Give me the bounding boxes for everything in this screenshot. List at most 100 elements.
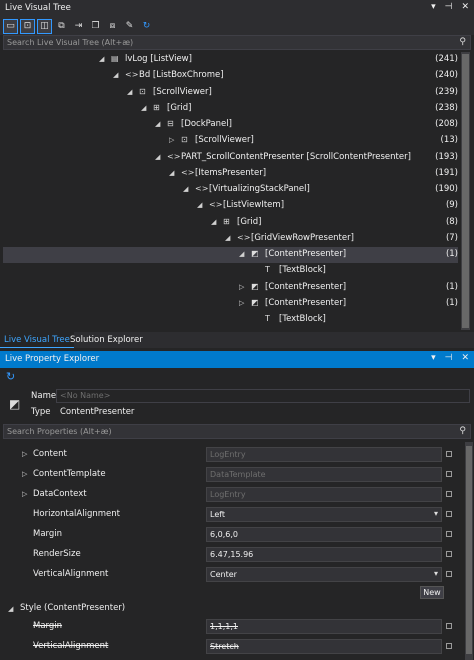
expanded-arrow-icon[interactable]: ◢: [99, 55, 104, 63]
property-value: Left: [210, 510, 226, 519]
property-name: RenderSize: [33, 549, 81, 559]
pin-icon[interactable]: ⊣: [445, 2, 453, 12]
search-icon[interactable]: ⚲: [459, 426, 466, 436]
property-value-field[interactable]: 6,0,6,0: [206, 527, 442, 542]
dropdown-icon[interactable]: ▾: [431, 353, 436, 363]
expanded-arrow-icon[interactable]: ◢: [155, 153, 160, 161]
collapse-all-icon[interactable]: ❐: [88, 19, 103, 34]
property-marker-icon[interactable]: [446, 451, 452, 457]
code-icon: <>: [167, 151, 181, 161]
tree-row[interactable]: ◢ ◩ [ContentPresenter] (1): [3, 247, 458, 263]
tree-scrollbar-thumb[interactable]: [462, 54, 469, 328]
tree-row[interactable]: ◢ <> [VirtualizingStackPanel] (190): [3, 182, 458, 198]
expanded-arrow-icon[interactable]: ◢: [169, 169, 174, 177]
tree-row[interactable]: ◢ <> Bd [ListBoxChrome] (240): [3, 68, 458, 84]
tree-row[interactable]: ◢ ⊡ [ScrollViewer] (239): [3, 85, 458, 101]
tree-scrollbar[interactable]: [461, 52, 470, 330]
tree-row[interactable]: T [TextBlock]: [3, 312, 458, 328]
property-marker-icon[interactable]: [446, 623, 452, 629]
tree-row[interactable]: ▷ ◩ [ContentPresenter] (1): [3, 280, 458, 296]
property-marker-icon[interactable]: [446, 531, 452, 537]
dropdown-icon[interactable]: ▾: [431, 2, 436, 12]
property-marker-icon[interactable]: [446, 643, 452, 649]
expanded-arrow-icon[interactable]: ◢: [141, 104, 146, 112]
close-icon[interactable]: ✕: [461, 2, 469, 12]
expanded-arrow-icon[interactable]: ◢: [225, 234, 230, 242]
property-scrollbar[interactable]: [465, 442, 473, 660]
name-placeholder: <No Name>: [60, 391, 111, 400]
property-value-field[interactable]: LogEntry: [206, 447, 442, 462]
expanded-arrow-icon[interactable]: ◢: [113, 71, 118, 79]
expanded-arrow-icon[interactable]: ◢: [127, 88, 132, 96]
tree-row[interactable]: ◢ <> PART_ScrollContentPresenter [ScrollCo…: [3, 150, 458, 166]
tree-row[interactable]: ◢ <> [ItemsPresenter] (191): [3, 166, 458, 182]
tree-row-count: (1): [445, 281, 458, 292]
tree-row[interactable]: ◢ ⊞ [Grid] (238): [3, 101, 458, 117]
property-value-field[interactable]: LogEntry: [206, 487, 442, 502]
select-element-icon[interactable]: ▭: [3, 18, 18, 34]
textblock-icon: T: [265, 265, 270, 275]
expanded-arrow-icon[interactable]: ◢: [183, 185, 188, 193]
contentpresenter-icon: ◩: [251, 249, 259, 258]
tree-row[interactable]: ◢ ▤ lvLog [ListView] (241): [3, 52, 458, 68]
tree-row[interactable]: ▷ ⊡ [ScrollViewer] (13): [3, 133, 458, 149]
property-value-dropdown[interactable]: Center ▾: [206, 567, 442, 582]
property-value-dropdown[interactable]: Left ▾: [206, 507, 442, 522]
expand-arrow-icon[interactable]: ▷: [22, 450, 27, 458]
property-marker-icon[interactable]: [446, 571, 452, 577]
property-value-field[interactable]: DataTemplate: [206, 467, 442, 482]
show-just-my-xaml-icon[interactable]: ⇥: [71, 19, 86, 34]
expanded-arrow-icon[interactable]: ◢: [239, 250, 244, 258]
chevron-down-icon[interactable]: ▾: [434, 509, 438, 518]
tree-row-label: [ContentPresenter]: [265, 281, 347, 292]
tree-row[interactable]: ▷ ◩ [ContentPresenter] (1): [3, 296, 458, 312]
preview-selection-icon[interactable]: ⧉: [54, 19, 69, 34]
property-value-field[interactable]: 6.47,15.96: [206, 547, 442, 562]
property-refresh-icon[interactable]: ↻: [6, 370, 15, 383]
settings-wrench-icon[interactable]: ✎: [122, 19, 137, 34]
property-scrollbar-thumb[interactable]: [466, 446, 472, 654]
expand-arrow-icon[interactable]: ▷: [22, 490, 27, 498]
expand-arrow-icon[interactable]: ▷: [22, 470, 27, 478]
tab-solution-explorer[interactable]: Solution Explorer: [66, 332, 147, 348]
chevron-down-icon[interactable]: ▾: [434, 569, 438, 578]
refresh-icon[interactable]: ↻: [139, 19, 154, 34]
tree-row-label: lvLog [ListView]: [125, 54, 192, 64]
tree-row-count: (239): [435, 86, 458, 97]
tree-row[interactable]: ◢ <> [ListViewItem] (9): [3, 198, 458, 214]
style-property-name: Margin: [33, 621, 63, 631]
track-focus-icon[interactable]: ◫: [37, 18, 52, 34]
property-marker-icon[interactable]: [446, 471, 452, 477]
property-value: LogEntry: [210, 490, 246, 499]
style-property-value-field[interactable]: Stretch: [206, 639, 442, 654]
pin-icon[interactable]: ⊣: [445, 353, 453, 363]
property-marker-icon[interactable]: [446, 491, 452, 497]
tab-live-visual-tree-label: Live Visual Tree: [4, 335, 70, 345]
expanded-arrow-icon[interactable]: ◢: [197, 201, 202, 209]
expanded-arrow-icon[interactable]: ◢: [211, 218, 216, 226]
search-icon[interactable]: ⚲: [459, 37, 466, 47]
tab-live-visual-tree[interactable]: Live Visual Tree: [0, 332, 74, 348]
property-value: 6,0,6,0: [210, 530, 238, 539]
property-marker-icon[interactable]: [446, 551, 452, 557]
collapsed-arrow-icon[interactable]: ▷: [239, 299, 244, 307]
tree-row[interactable]: T [TextBlock]: [3, 263, 458, 279]
property-panel-titlebar: Live Property Explorer ▾ ⊣ ✕: [0, 351, 474, 368]
property-marker-icon[interactable]: [446, 511, 452, 517]
collapsed-arrow-icon[interactable]: ▷: [169, 136, 174, 144]
new-button[interactable]: New: [420, 586, 444, 599]
tree-row[interactable]: ◢ ⊟ [DockPanel] (208): [3, 117, 458, 133]
tree-row[interactable]: ◢ ⊞ [Grid] (8): [3, 215, 458, 231]
tree-row[interactable]: ◢ <> [GridViewRowPresenter] (7): [3, 231, 458, 247]
tree-row-label: PART_ScrollContentPresenter [ScrollConte…: [181, 151, 411, 162]
tree-search-input[interactable]: Search Live Visual Tree (Alt+æ) ⚲: [3, 35, 471, 50]
close-icon[interactable]: ✕: [461, 353, 469, 363]
style-section-arrow-icon[interactable]: ◢: [8, 605, 13, 613]
name-field[interactable]: <No Name>: [56, 389, 470, 403]
expand-all-icon[interactable]: ⧈: [105, 19, 120, 34]
display-layout-adorners-icon[interactable]: ⊡: [20, 18, 35, 34]
expanded-arrow-icon[interactable]: ◢: [155, 120, 160, 128]
property-search-input[interactable]: Search Properties (Alt+æ) ⚲: [3, 424, 471, 439]
collapsed-arrow-icon[interactable]: ▷: [239, 283, 244, 291]
style-property-value-field[interactable]: 1,1,1,1: [206, 619, 442, 634]
